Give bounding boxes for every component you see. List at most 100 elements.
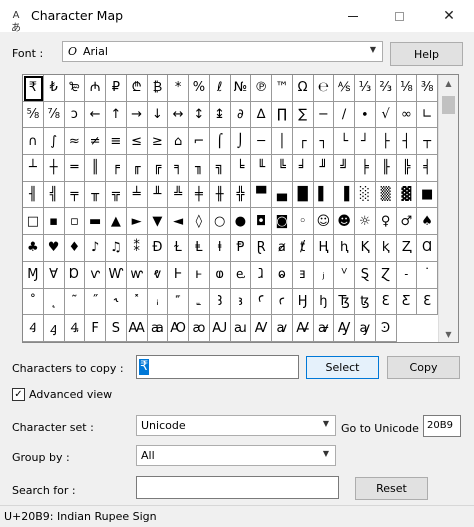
character-cell[interactable]: ♥ xyxy=(43,235,65,262)
copy-button[interactable]: Copy xyxy=(387,356,460,379)
character-cell[interactable]: Ɐ xyxy=(43,261,65,289)
character-cell[interactable]: Ꜩ xyxy=(334,288,355,316)
character-cell[interactable]: ╙ xyxy=(251,155,272,182)
character-cell[interactable]: S xyxy=(106,315,127,342)
character-cell[interactable]: └ xyxy=(334,128,355,156)
character-cell[interactable]: ▓ xyxy=(396,181,418,209)
character-cell[interactable]: ↄ xyxy=(64,101,86,129)
characters-to-copy-field[interactable]: ₹ xyxy=(136,355,299,379)
character-cell[interactable]: ⱡ xyxy=(209,235,231,262)
character-cell[interactable]: ↨ xyxy=(209,101,231,129)
character-cell[interactable]: % xyxy=(189,75,210,102)
character-cell[interactable]: Ƹ xyxy=(396,288,418,316)
character-cell[interactable]: ꜹ xyxy=(272,315,293,342)
character-cell[interactable]: ⱳ xyxy=(126,261,148,289)
character-cell[interactable]: ╝ xyxy=(334,155,355,182)
character-cell[interactable]: ▲ xyxy=(106,208,127,236)
character-cell[interactable]: ⅔ xyxy=(375,75,397,102)
character-cell[interactable]: ≡ xyxy=(106,128,127,156)
search-input[interactable] xyxy=(136,476,339,499)
character-cell[interactable]: ₻ xyxy=(64,75,86,102)
character-cell[interactable]: ☺ xyxy=(313,208,335,236)
character-cell[interactable]: ∫ xyxy=(43,128,65,156)
character-cell[interactable]: ˚ xyxy=(23,288,44,316)
character-cell[interactable]: ▄ xyxy=(272,181,293,209)
character-cell[interactable]: Ꜯ xyxy=(64,315,86,342)
character-cell[interactable]: ╥ xyxy=(85,181,106,209)
character-cell[interactable]: ꜷ xyxy=(230,315,252,342)
character-cell[interactable]: → xyxy=(126,101,148,129)
character-cell[interactable]: ∟ xyxy=(417,101,438,129)
character-cell[interactable]: ⱷ xyxy=(209,261,231,289)
character-cell[interactable]: ○ xyxy=(209,208,231,236)
character-cell[interactable]: │ xyxy=(272,128,293,156)
character-cell[interactable]: ┴ xyxy=(23,155,44,182)
character-cell[interactable]: ┐ xyxy=(313,128,335,156)
select-button[interactable]: Select xyxy=(306,356,379,379)
character-cell[interactable]: ℗ xyxy=(251,75,272,102)
character-cell[interactable]: ↓ xyxy=(147,101,169,129)
character-cell[interactable]: Ꜵ xyxy=(168,315,189,342)
character-cell[interactable]: Ⱪ xyxy=(355,235,376,262)
character-cell[interactable]: ╗ xyxy=(209,155,231,182)
character-cell[interactable]: Ꜭ xyxy=(23,315,44,342)
grid-scrollbar[interactable]: ▲ ▼ xyxy=(438,75,458,342)
character-cell[interactable]: ˛ xyxy=(43,288,65,316)
group-by-dropdown[interactable]: All ▼ xyxy=(136,445,336,466)
scroll-thumb[interactable] xyxy=(442,96,455,114)
character-cell[interactable]: Ⱶ xyxy=(168,261,189,289)
character-cell[interactable]: − xyxy=(313,101,335,129)
character-cell[interactable]: ♣ xyxy=(23,235,44,262)
character-cell[interactable]: ⱥ xyxy=(272,235,293,262)
character-cell[interactable]: ∂ xyxy=(230,101,252,129)
character-cell[interactable]: Ω xyxy=(292,75,314,102)
character-cell[interactable]: ₹ xyxy=(23,75,44,102)
character-cell[interactable]: ⱨ xyxy=(334,235,355,262)
character-cell[interactable]: ╚ xyxy=(272,155,293,182)
character-cell[interactable]: ⁑ xyxy=(126,235,148,262)
character-cell[interactable]: Ꜷ xyxy=(209,315,231,342)
character-cell[interactable]: ˝ xyxy=(85,288,106,316)
character-cell[interactable]: * xyxy=(168,75,189,102)
character-cell[interactable]: ™ xyxy=(272,75,293,102)
character-cell[interactable]: ► xyxy=(126,208,148,236)
character-cell[interactable]: № xyxy=(230,75,252,102)
character-cell[interactable]: Ɛ xyxy=(417,288,438,316)
character-cell[interactable]: Ꜻ xyxy=(292,315,314,342)
character-cell[interactable]: ꜩ xyxy=(355,288,376,316)
character-cell[interactable]: ╦ xyxy=(106,181,127,209)
character-cell[interactable]: ▒ xyxy=(375,181,397,209)
character-cell[interactable]: Ꜣ xyxy=(209,288,231,316)
character-cell[interactable]: ▫ xyxy=(64,208,86,236)
character-cell[interactable]: Ⱨ xyxy=(313,235,335,262)
minimize-button[interactable] xyxy=(330,0,376,32)
character-cell[interactable]: ˙ xyxy=(417,261,438,289)
character-cell[interactable]: ╜ xyxy=(313,155,335,182)
character-cell[interactable]: ▬ xyxy=(85,208,106,236)
character-cell[interactable]: ═ xyxy=(64,155,86,182)
character-cell[interactable]: ꜵ xyxy=(189,315,210,342)
character-cell[interactable]: ■ xyxy=(417,181,438,209)
character-cell[interactable]: Ɱ xyxy=(23,261,44,289)
character-cell[interactable]: ₽ xyxy=(106,75,127,102)
character-cell[interactable]: ╟ xyxy=(375,155,397,182)
character-cell[interactable]: ≤ xyxy=(126,128,148,156)
character-cell[interactable]: ╤ xyxy=(64,181,86,209)
character-cell[interactable]: F xyxy=(85,315,106,342)
character-cell[interactable]: ꜻ xyxy=(313,315,335,342)
character-cell[interactable]: ♠ xyxy=(417,208,438,236)
character-cell[interactable]: ← xyxy=(85,101,106,129)
character-cell[interactable]: ┌ xyxy=(292,128,314,156)
maximize-button[interactable] xyxy=(376,0,422,32)
character-cell[interactable]: ⱸ xyxy=(230,261,252,289)
character-cell[interactable]: ⅞ xyxy=(43,101,65,129)
character-cell[interactable]: ↑ xyxy=(106,101,127,129)
character-cell[interactable]: Ɖ xyxy=(147,235,169,262)
character-cell[interactable]: ˗ xyxy=(396,261,418,289)
character-cell[interactable]: ꜭ xyxy=(43,315,65,342)
character-set-dropdown[interactable]: Unicode ▼ xyxy=(136,415,336,436)
character-cell[interactable]: ↕ xyxy=(189,101,210,129)
character-cell[interactable]: ╘ xyxy=(230,155,252,182)
character-cell[interactable]: ꜣ xyxy=(230,288,252,316)
character-cell[interactable]: ⅝ xyxy=(23,101,44,129)
